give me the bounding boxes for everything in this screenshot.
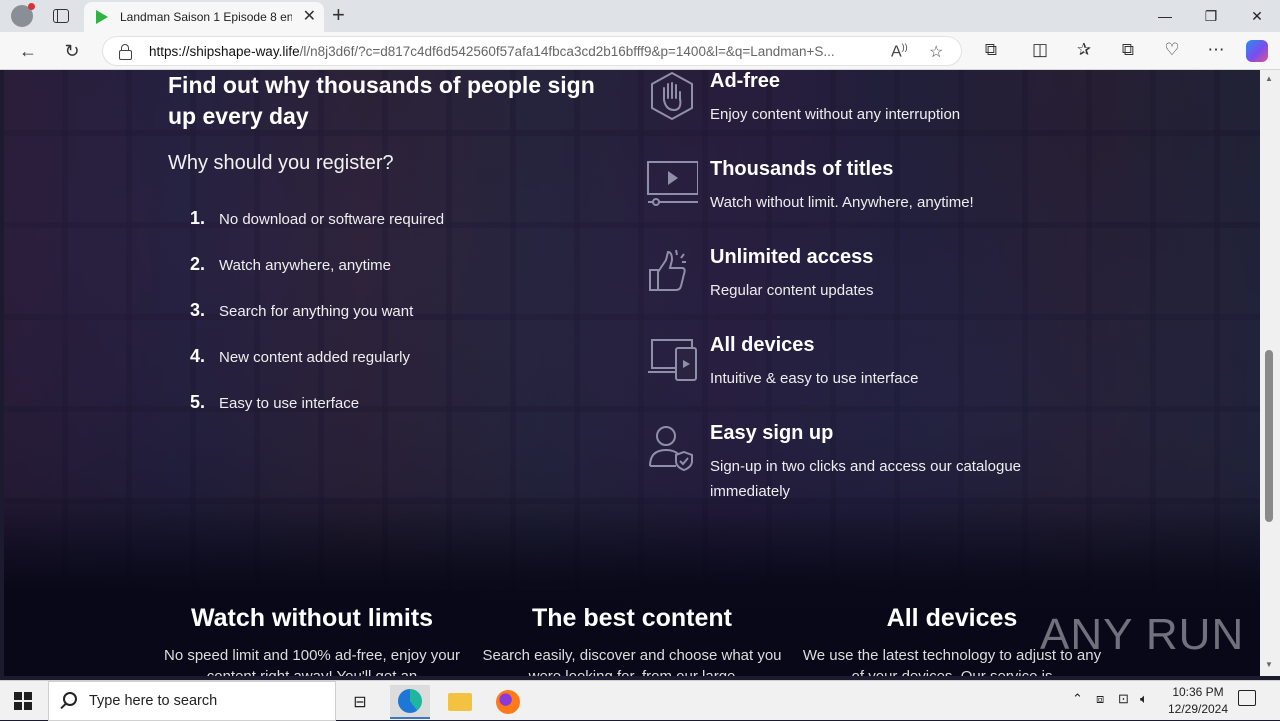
page-scrollbar[interactable]: ▲ ▼ xyxy=(1260,70,1280,676)
split-screen-icon[interactable]: ◫ xyxy=(1028,40,1052,60)
play-favicon-icon xyxy=(96,10,108,24)
taskbar-clock[interactable]: 10:36 PM 12/29/2024 xyxy=(1160,684,1236,718)
refresh-icon[interactable]: ↻ xyxy=(60,39,84,63)
list-item: 3. Search for anything you want xyxy=(190,300,414,320)
back-icon[interactable]: ← xyxy=(16,39,40,63)
favorites-icon[interactable]: ✰ xyxy=(1072,40,1096,60)
tab-actions-icon[interactable] xyxy=(53,9,69,23)
taskbar-search-box[interactable]: Type here to search xyxy=(48,681,336,721)
video-player-icon xyxy=(647,161,698,206)
reasons-list: 1. No download or software required 2. Wat… xyxy=(190,208,444,438)
tab-title: Landman Saison 1 Episode 8 en S xyxy=(120,10,292,24)
restore-button[interactable]: ❐ xyxy=(1188,0,1234,32)
extensions-icon[interactable]: ⧉ xyxy=(979,40,1003,60)
thumbs-up-icon xyxy=(649,249,686,291)
page-viewport: Find out why thousands of people sign up… xyxy=(4,70,1260,676)
search-placeholder: Type here to search xyxy=(89,693,218,709)
show-hidden-icons-icon[interactable]: ⌃ xyxy=(1072,691,1083,707)
copilot-icon[interactable] xyxy=(1246,40,1268,62)
task-view-icon[interactable]: ⊟ xyxy=(340,685,380,719)
profile-avatar[interactable] xyxy=(11,3,35,27)
windows-start-icon[interactable] xyxy=(14,692,32,710)
performance-icon[interactable]: ♡ xyxy=(1160,40,1184,60)
close-window-button[interactable]: ✕ xyxy=(1234,0,1280,32)
file-explorer-icon[interactable] xyxy=(440,685,480,719)
watch-without-limits-section: Watch without limits No speed limit and … xyxy=(163,604,460,676)
minimize-button[interactable]: — xyxy=(1142,0,1188,32)
new-tab-button[interactable]: + xyxy=(332,4,345,26)
edge-taskbar-icon[interactable] xyxy=(390,685,430,719)
network-icon[interactable]: ⊡ xyxy=(1118,691,1129,707)
close-tab-icon[interactable]: ✕ xyxy=(303,8,316,26)
scroll-down-arrow-icon[interactable]: ▼ xyxy=(1265,660,1273,669)
volume-icon[interactable]: 🔈︎ xyxy=(1140,691,1148,707)
list-item: 4. New content added regularly xyxy=(190,346,410,366)
device-icon[interactable]: ⧈ xyxy=(1096,691,1104,707)
page-heading: Find out why thousands of people sign up… xyxy=(168,72,595,129)
collections-icon[interactable]: ⧉ xyxy=(1116,40,1140,60)
hand-stop-icon xyxy=(651,71,693,121)
tab-strip: Landman Saison 1 Episode 8 en S ✕ + — ❐ … xyxy=(0,0,1280,32)
register-subheading: Why should you register? xyxy=(168,152,394,174)
firefox-icon[interactable] xyxy=(488,685,528,719)
scroll-up-arrow-icon[interactable]: ▲ xyxy=(1265,74,1273,83)
url-text[interactable]: https://shipshape-way.life/l/n8j3d6f/?c=… xyxy=(149,44,889,59)
browser-toolbar: ← ↻ https://shipshape-way.life/l/n8j3d6f… xyxy=(0,32,1280,70)
best-content-section: The best content Search easily, discover… xyxy=(482,604,782,676)
anyrun-watermark: ANY RUN xyxy=(1040,610,1245,659)
address-bar[interactable]: https://shipshape-way.life/l/n8j3d6f/?c=… xyxy=(102,36,962,66)
devices-icon xyxy=(648,339,697,381)
active-tab[interactable]: Landman Saison 1 Episode 8 en S ✕ xyxy=(84,2,324,32)
user-shield-icon xyxy=(649,426,693,472)
read-aloud-icon[interactable]: A)) xyxy=(891,42,908,61)
windows-taskbar: Type here to search ⊟ ⌃ ⧈ ⊡ 🔈︎ 10:36 PM … xyxy=(0,680,1280,721)
list-item: 2. Watch anywhere, anytime xyxy=(190,254,392,274)
search-icon xyxy=(63,692,77,706)
lock-icon[interactable] xyxy=(119,44,132,60)
list-item: 1. No download or software required xyxy=(190,208,445,228)
more-menu-icon[interactable]: ⋯ xyxy=(1204,40,1228,60)
favorite-star-icon[interactable]: ☆ xyxy=(929,42,943,62)
scrollbar-thumb[interactable] xyxy=(1265,350,1273,522)
notifications-icon[interactable] xyxy=(1238,690,1256,706)
list-item: 5. Easy to use interface xyxy=(190,392,360,412)
